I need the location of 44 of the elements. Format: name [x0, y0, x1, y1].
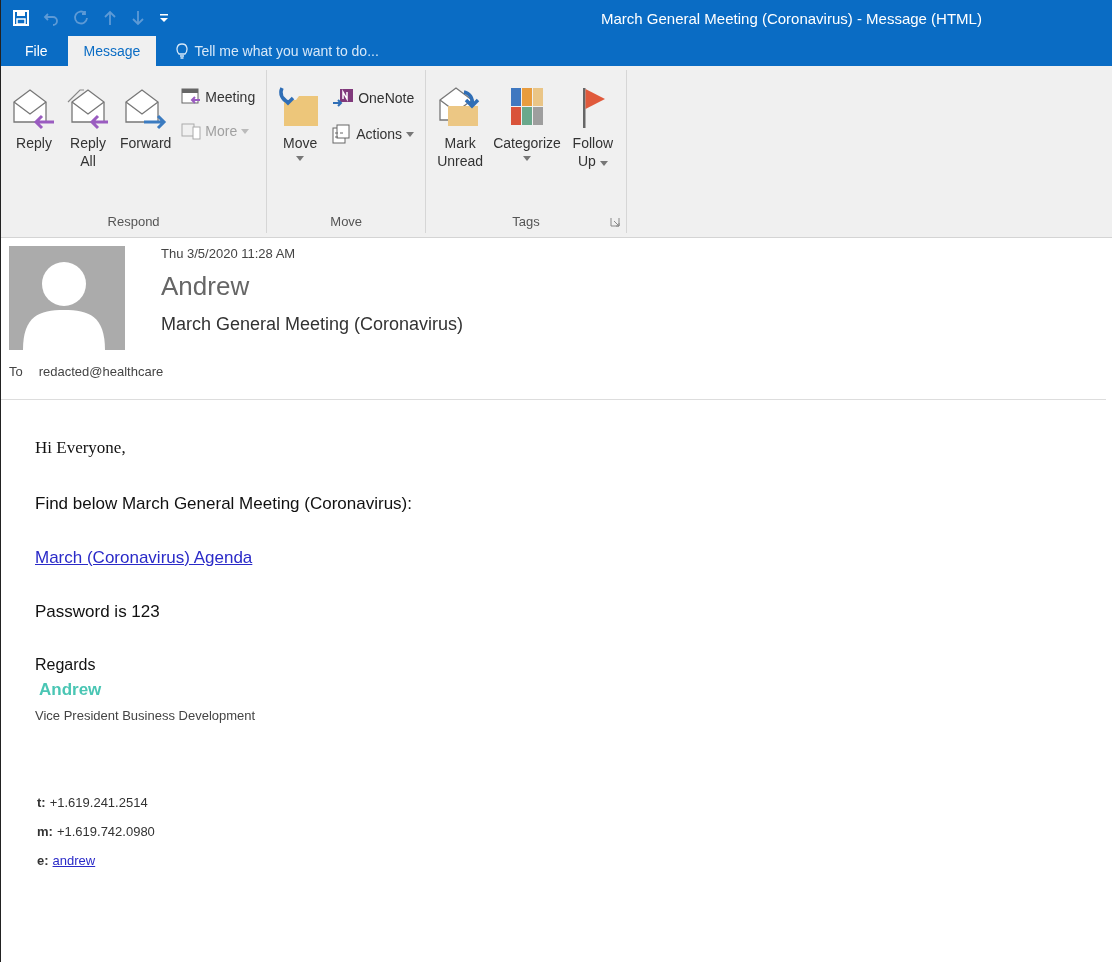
- customize-icon[interactable]: [159, 12, 169, 24]
- contact-label: t:: [37, 795, 46, 810]
- reply-all-icon: [66, 86, 110, 130]
- group-label: Tags: [512, 214, 540, 231]
- reply-button[interactable]: Reply: [9, 82, 59, 157]
- contact-label: m:: [37, 824, 53, 839]
- sender-name: Andrew: [161, 271, 251, 302]
- calendar-icon: [181, 88, 202, 106]
- categorize-button[interactable]: Categorize: [490, 82, 564, 166]
- ribbon-tab[interactable]: File: [9, 36, 64, 66]
- actions-button[interactable]: Actions: [329, 118, 418, 150]
- subject: March General Meeting (Coronavirus): [161, 314, 465, 335]
- tell-me-field[interactable]: Tell me what you want to do...: [160, 43, 387, 66]
- recipient: redacted@healthcare: [38, 364, 164, 379]
- to-label: To: [9, 364, 23, 379]
- phone-number: +1.619.742.0980: [56, 824, 155, 839]
- closing: Regards: [35, 656, 97, 674]
- forward-button[interactable]: Forward: [117, 82, 175, 157]
- greeting: Hi Everyone,: [35, 438, 127, 458]
- sent-date: Thu 3/5/2020 11:28 AM: [161, 246, 297, 261]
- more-icon: [181, 122, 202, 140]
- signature-name: Andrew: [39, 680, 103, 700]
- contact-label: e:: [37, 853, 49, 868]
- email-link[interactable]: andrew: [52, 853, 96, 868]
- group-label: Move: [330, 214, 363, 231]
- message-text: Find below March General Meeting (Coronavirus):: [35, 494, 413, 514]
- agenda-link[interactable]: March (Coronavirus) Agenda: [35, 548, 253, 568]
- actions-icon: [332, 124, 353, 144]
- group-label: Respond: [107, 214, 160, 231]
- message-text: Password is 123: [35, 602, 161, 622]
- meeting-button[interactable]: Meeting: [178, 82, 259, 112]
- save-icon[interactable]: [13, 10, 29, 26]
- window-title: March General Meeting (Coronavirus) - Message (HTML): [601, 9, 982, 27]
- move-button[interactable]: Move: [275, 82, 326, 166]
- mark-unread-button[interactable]: Mark Unread: [434, 82, 487, 175]
- phone-number: +1.619.241.2514: [49, 795, 148, 810]
- onenote-icon: [332, 88, 355, 108]
- ribbon-tab[interactable]: Message: [67, 36, 157, 66]
- follow-up-button[interactable]: Follow Up: [567, 82, 618, 175]
- signature-title: Vice President Business Development: [35, 708, 257, 723]
- lightbulb-icon: [176, 43, 189, 59]
- dialog-launcher-icon[interactable]: [609, 217, 620, 227]
- onenote-button[interactable]: OneNote: [329, 82, 418, 114]
- reply-all-button[interactable]: Reply All: [63, 82, 113, 175]
